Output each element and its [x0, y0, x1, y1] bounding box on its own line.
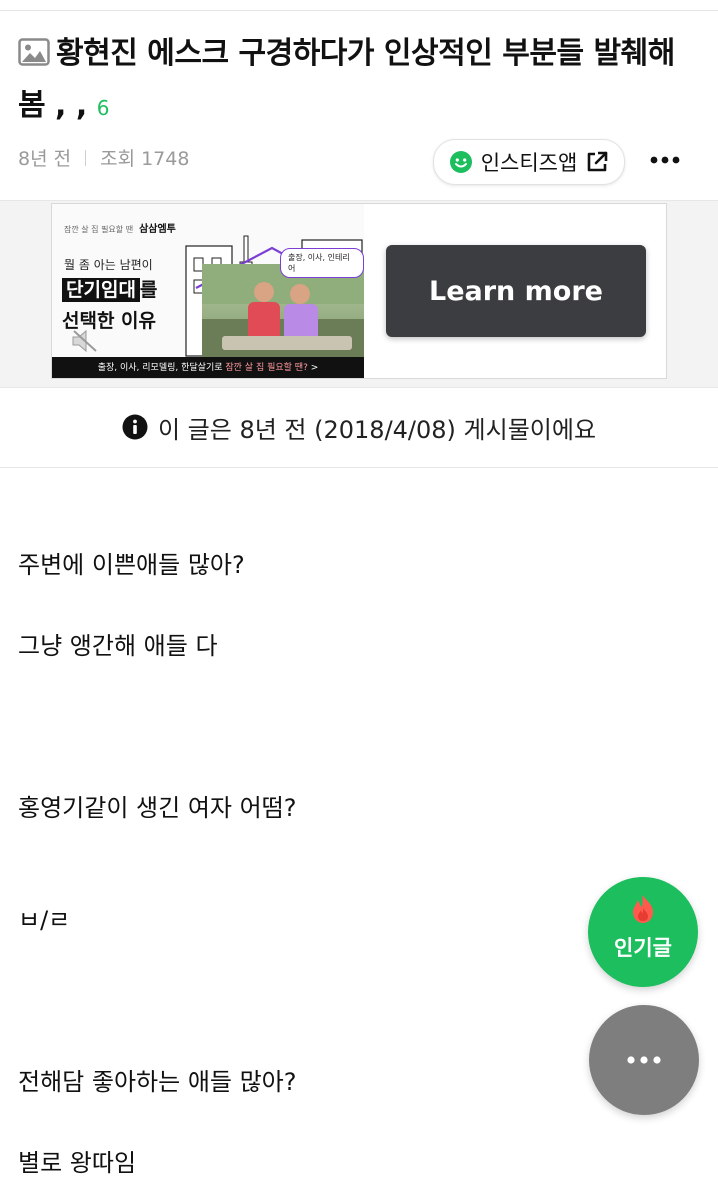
old-post-notice: 이 글은 8년 전 (2018/4/08) 게시물이에요 [0, 387, 718, 468]
content-line: 전해담 좋아하는 애들 많아? [18, 1068, 297, 1096]
ad-bottom-bar: 출장, 이사, 리모델링, 한달살기로 잠깐 살 집 필요할 땐? > [52, 357, 364, 378]
ad-creative[interactable]: 잠깐 살 집 필요할 땐 삼삼엠투 뭘 좀 아는 남편이 단기임대 를 선택한 이유 [52, 204, 364, 378]
flame-icon [633, 895, 653, 923]
more-actions-button[interactable] [589, 1005, 699, 1115]
ad-brand-tagline: 잠깐 살 집 필요할 땐 [64, 225, 134, 234]
content-line: 주변에 이쁜애들 많아? [18, 551, 245, 579]
smile-icon [449, 151, 472, 173]
content-line: 별로 왕따임 [18, 1149, 137, 1177]
external-link-icon [587, 151, 608, 172]
open-app-button[interactable]: 인스티즈앱 [433, 139, 625, 185]
more-options-icon[interactable] [648, 145, 682, 175]
ad-video-pill: 출장, 이사, 인테리어 [280, 248, 364, 278]
mute-icon[interactable] [70, 328, 100, 354]
post-time: 8년 전 [18, 148, 72, 170]
content-line: ㅂ/ㄹ [18, 906, 71, 934]
top-divider [0, 10, 718, 11]
open-app-label: 인스티즈앱 [480, 151, 578, 175]
ad-headline: 단기임대 를 [62, 275, 157, 302]
more-dots-icon [627, 1056, 661, 1064]
learn-more-button[interactable]: Learn more [386, 245, 646, 337]
ad-video-thumbnail[interactable] [202, 264, 364, 359]
ad-bar-highlight: 잠깐 살 집 필요할 땐? [225, 363, 308, 373]
image-icon [18, 38, 50, 66]
ad-brand-name: 삼삼엠투 [139, 224, 176, 235]
notice-text: 이 글은 8년 전 (2018/4/08) 게시물이에요 [157, 415, 597, 444]
post-title: 황현진 에스크 구경하다가 인상적인 부분들 발췌해 봄 , , [18, 36, 675, 123]
post-views: 조회 1748 [100, 148, 190, 170]
meta-divider [85, 149, 87, 166]
ad-headline-box: 단기임대 [62, 278, 140, 302]
popular-posts-button[interactable]: 인기글 [588, 877, 698, 987]
ad-brand: 잠깐 살 집 필요할 땐 삼삼엠투 [64, 220, 176, 235]
post-meta: 8년 전 조회 1748 [18, 144, 189, 171]
ad-bar-suffix: > [307, 363, 319, 373]
ad-subline: 뭘 좀 아는 남편이 [64, 258, 153, 272]
post-header: 황현진 에스크 구경하다가 인상적인 부분들 발췌해 봄 , ,6 [18, 28, 698, 134]
content-line: 그냥 앵간해 애들 다 [18, 632, 218, 660]
comment-count[interactable]: 6 [97, 96, 110, 120]
content-line: 홍영기같이 생긴 여자 어떰? [18, 794, 297, 822]
post-title-row: 황현진 에스크 구경하다가 인상적인 부분들 발췌해 봄 , ,6 [18, 28, 698, 134]
ad-bar-prefix: 출장, 이사, 리모델링, 한달살기로 [97, 363, 226, 373]
info-icon [122, 414, 148, 440]
ad-headline-suffix: 를 [139, 279, 158, 301]
popular-posts-label: 인기글 [614, 936, 672, 960]
advertisement[interactable]: 잠깐 살 집 필요할 땐 삼삼엠투 뭘 좀 아는 남편이 단기임대 를 선택한 이유 [51, 203, 667, 379]
ad-video-scene [202, 264, 364, 359]
